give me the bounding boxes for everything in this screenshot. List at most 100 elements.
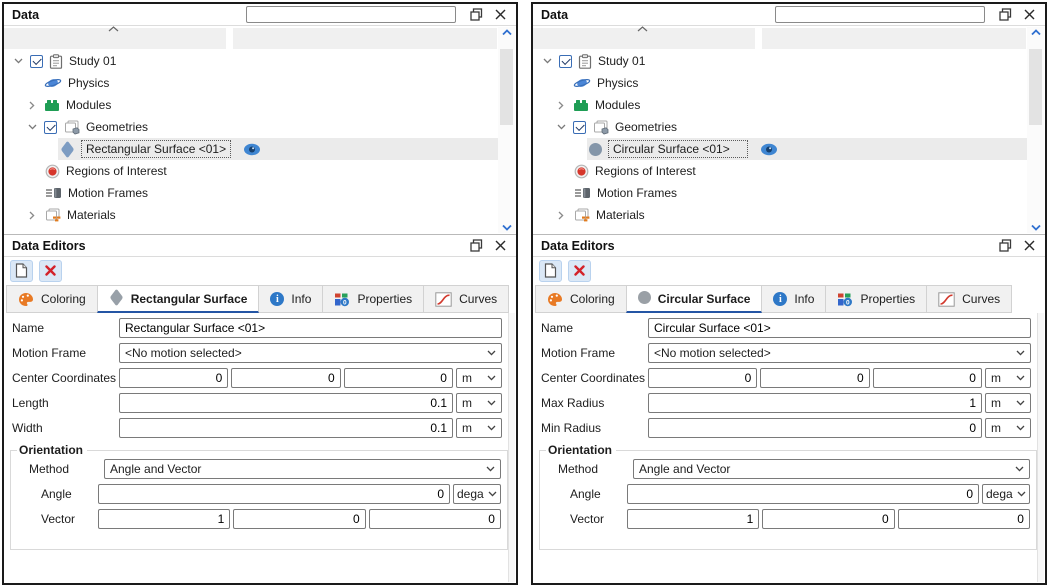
tree-item-physics[interactable]: Physics — [533, 72, 1027, 94]
scroll-down-icon[interactable] — [498, 217, 515, 231]
tab-coloring[interactable]: Coloring — [6, 285, 98, 313]
scroll-down-icon[interactable] — [1027, 217, 1044, 231]
name-input[interactable] — [648, 318, 1031, 338]
vector-x-input[interactable] — [627, 509, 759, 529]
close-editor-button[interactable] — [568, 260, 591, 282]
dim1-unit-select[interactable]: m — [985, 393, 1031, 413]
tree-item-modules[interactable]: Modules — [533, 94, 1027, 116]
center-unit-select[interactable]: m — [456, 368, 502, 388]
dim1-input[interactable] — [648, 393, 982, 413]
checkbox-checked[interactable] — [559, 55, 572, 68]
tree-item-study[interactable]: Study 01 — [533, 50, 1027, 72]
eye-visibility-icon[interactable] — [243, 143, 261, 156]
tree-item-surface[interactable]: Circular Surface <01> — [533, 138, 1027, 160]
tab-coloring[interactable]: Coloring — [535, 285, 627, 313]
tree-item-physics[interactable]: Physics — [4, 72, 498, 94]
close-icon[interactable] — [1021, 238, 1037, 254]
center-z-input[interactable] — [873, 368, 982, 388]
eye-visibility-icon[interactable] — [760, 143, 778, 156]
close-editor-button[interactable] — [39, 260, 62, 282]
tab-curves[interactable]: Curves — [926, 285, 1012, 313]
float-panel-icon[interactable] — [468, 238, 484, 254]
new-editor-button[interactable] — [539, 260, 562, 282]
scroll-up-icon[interactable] — [498, 29, 515, 43]
center-y-input[interactable] — [231, 368, 340, 388]
center-z-input[interactable] — [344, 368, 453, 388]
tab-surface[interactable]: Rectangular Surface — [97, 285, 260, 313]
angle-input[interactable] — [627, 484, 979, 504]
center-x-input[interactable] — [119, 368, 228, 388]
tree-item-motion-frames[interactable]: Motion Frames — [4, 182, 498, 204]
center-x-input[interactable] — [648, 368, 757, 388]
checkbox-checked[interactable] — [44, 121, 57, 134]
tree-item-surface[interactable]: Rectangular Surface <01> — [4, 138, 498, 160]
tab-properties[interactable]: 0 Properties — [322, 285, 424, 313]
vector-y-input[interactable] — [233, 509, 365, 529]
chevron-down-icon[interactable] — [555, 124, 567, 130]
angle-unit-select[interactable]: dega — [453, 484, 501, 504]
tree-item-name-box[interactable]: Circular Surface <01> — [608, 140, 748, 158]
tree-item-regions-of-interest[interactable]: Regions of Interest — [533, 160, 1027, 182]
tree-scrollbar[interactable] — [498, 27, 515, 233]
chevron-right-icon[interactable] — [26, 101, 38, 110]
float-panel-icon[interactable] — [997, 238, 1013, 254]
float-panel-icon[interactable] — [997, 7, 1013, 23]
tab-info[interactable]: i Info — [761, 285, 826, 313]
angle-unit-select[interactable]: dega — [982, 484, 1030, 504]
method-select[interactable]: Angle and Vector — [633, 459, 1030, 479]
tree-scrollbar[interactable] — [1027, 27, 1044, 233]
chevron-right-icon[interactable] — [555, 101, 567, 110]
tree-item-geometries[interactable]: Geometries — [533, 116, 1027, 138]
motion-frame-select[interactable]: <No motion selected> — [648, 343, 1031, 363]
tree-item-name-box[interactable]: Rectangular Surface <01> — [81, 140, 231, 158]
center-unit-select[interactable]: m — [985, 368, 1031, 388]
tree-header-column-extra[interactable] — [233, 28, 497, 49]
tab-curves[interactable]: Curves — [423, 285, 509, 313]
tree-item-materials[interactable]: Materials — [4, 204, 498, 226]
close-icon[interactable] — [492, 7, 508, 23]
form-scrollbar[interactable] — [1037, 313, 1044, 582]
new-editor-button[interactable] — [10, 260, 33, 282]
tree-search-input[interactable] — [246, 6, 456, 23]
tree-item-modules[interactable]: Modules — [4, 94, 498, 116]
scrollbar-thumb[interactable] — [500, 49, 513, 125]
chevron-right-icon[interactable] — [555, 211, 567, 220]
chevron-down-icon[interactable] — [12, 58, 24, 64]
dim1-input[interactable] — [119, 393, 453, 413]
form-scrollbar[interactable] — [508, 313, 515, 582]
dim2-unit-select[interactable]: m — [985, 418, 1031, 438]
tree-item-geometries[interactable]: Geometries — [4, 116, 498, 138]
tree-search-input[interactable] — [775, 6, 985, 23]
close-icon[interactable] — [1021, 7, 1037, 23]
scrollbar-thumb[interactable] — [1029, 49, 1042, 125]
tree-item-study[interactable]: Study 01 — [4, 50, 498, 72]
angle-input[interactable] — [98, 484, 450, 504]
tab-properties[interactable]: 0 Properties — [825, 285, 927, 313]
close-icon[interactable] — [492, 238, 508, 254]
float-panel-icon[interactable] — [468, 7, 484, 23]
vector-y-input[interactable] — [762, 509, 894, 529]
vector-z-input[interactable] — [369, 509, 501, 529]
center-y-input[interactable] — [760, 368, 869, 388]
dim2-input[interactable] — [119, 418, 453, 438]
scroll-up-icon[interactable] — [1027, 29, 1044, 43]
dim2-unit-select[interactable]: m — [456, 418, 502, 438]
dim1-unit-select[interactable]: m — [456, 393, 502, 413]
chevron-right-icon[interactable] — [26, 211, 38, 220]
tree-item-regions-of-interest[interactable]: Regions of Interest — [4, 160, 498, 182]
checkbox-checked[interactable] — [30, 55, 43, 68]
method-select[interactable]: Angle and Vector — [104, 459, 501, 479]
tab-info[interactable]: i Info — [258, 285, 323, 313]
vector-z-input[interactable] — [898, 509, 1030, 529]
chevron-down-icon[interactable] — [26, 124, 38, 130]
name-input[interactable] — [119, 318, 502, 338]
checkbox-checked[interactable] — [573, 121, 586, 134]
tree-item-motion-frames[interactable]: Motion Frames — [533, 182, 1027, 204]
tab-surface[interactable]: Circular Surface — [626, 285, 763, 313]
chevron-down-icon[interactable] — [541, 58, 553, 64]
motion-frame-select[interactable]: <No motion selected> — [119, 343, 502, 363]
tree-item-materials[interactable]: Materials — [533, 204, 1027, 226]
dim2-input[interactable] — [648, 418, 982, 438]
vector-x-input[interactable] — [98, 509, 230, 529]
tree-header-column-extra[interactable] — [762, 28, 1026, 49]
